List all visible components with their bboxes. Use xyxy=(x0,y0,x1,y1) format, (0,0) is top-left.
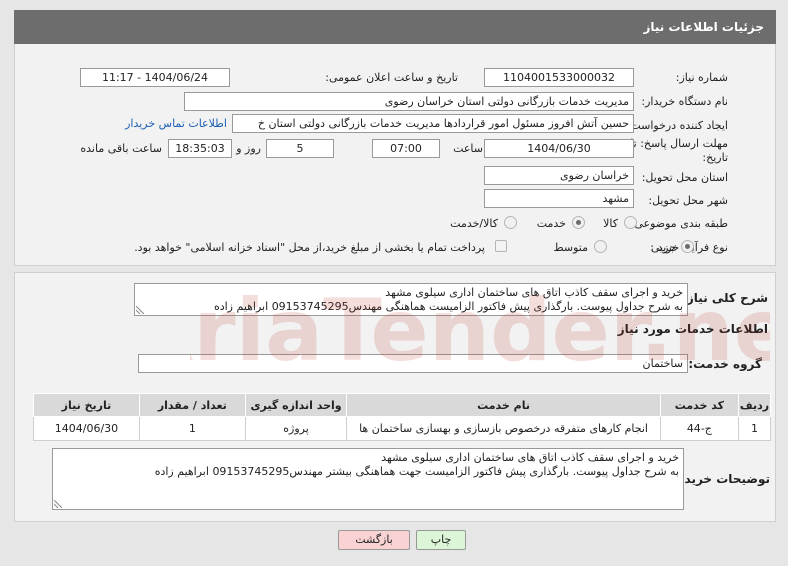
city-field[interactable]: مشهد xyxy=(484,189,634,208)
page-title: جزئیات اطلاعات نیاز xyxy=(14,10,776,44)
cell-row-number: 1 xyxy=(738,416,771,441)
time-remaining-label: ساعت باقی مانده xyxy=(80,142,162,155)
treasury-note: پرداخت تمام یا بخشی از مبلغ خرید،از محل … xyxy=(134,241,485,254)
print-button[interactable]: چاپ xyxy=(416,530,466,550)
category-radio-service[interactable] xyxy=(572,216,585,229)
purchase-type-radio-medium[interactable] xyxy=(594,240,607,253)
deadline-time-label: ساعت xyxy=(453,142,483,155)
category-label: طبقه بندی موضوعی: xyxy=(630,217,728,230)
service-group-label: گروه خدمت: xyxy=(688,357,762,371)
services-section-title: اطلاعات خدمات مورد نیاز xyxy=(617,322,768,336)
purchase-type-radio-minor[interactable] xyxy=(681,240,694,253)
treasury-checkbox[interactable] xyxy=(495,240,507,252)
summary-line1: خرید و اجرای سقف کاذب اتاق های ساختمان ا… xyxy=(385,286,683,299)
deadline-time-field[interactable]: 07:00 xyxy=(372,139,440,158)
col-need-date: تاریخ نیاز xyxy=(33,393,140,417)
purchase-type-option-minor: جزیی xyxy=(650,241,676,254)
category-option-goods: کالا xyxy=(603,217,618,230)
category-radio-goods-service[interactable] xyxy=(504,216,517,229)
resize-grip-icon[interactable] xyxy=(54,500,62,508)
buyer-org-label: نام دستگاه خریدار: xyxy=(641,95,728,108)
summary-textarea[interactable]: خرید و اجرای سقف کاذب اتاق های ساختمان ا… xyxy=(134,283,688,316)
buyer-notes-textarea[interactable]: خرید و اجرای سقف کاذب اتاق های ساختمان ا… xyxy=(52,448,684,510)
back-button[interactable]: بازگشت xyxy=(338,530,410,550)
deadline-date-field[interactable]: 1404/06/30 xyxy=(484,139,634,158)
buyer-notes-line2: به شرح جداول پیوست. بارگذاری پیش فاکتور … xyxy=(154,465,679,478)
cell-service-name: انجام کارهای متفرقه درخصوص بازسازی و بهس… xyxy=(346,416,661,441)
services-table-header: ردیف کد خدمت نام خدمت واحد اندازه گیری ت… xyxy=(33,393,771,417)
buyer-org-field[interactable]: مدیریت خدمات بازرگانی دولتی استان خراسان… xyxy=(184,92,634,111)
col-quantity: تعداد / مقدار xyxy=(138,393,246,417)
announce-datetime-field[interactable]: 1404/06/24 - 11:17 xyxy=(80,68,230,87)
services-table: ردیف کد خدمت نام خدمت واحد اندازه گیری ت… xyxy=(33,393,771,441)
col-service-code: کد خدمت xyxy=(659,393,740,417)
table-row[interactable]: 1 ج-44 انجام کارهای متفرقه درخصوص بازساز… xyxy=(33,416,771,441)
province-label: استان محل تحویل: xyxy=(641,171,728,184)
category-radio-goods[interactable] xyxy=(624,216,637,229)
city-label: شهر محل تحویل: xyxy=(648,194,728,207)
summary-label: شرح کلی نیاز: xyxy=(682,291,768,305)
cell-need-date: 1404/06/30 xyxy=(33,416,140,441)
need-number-field[interactable]: 1104001533000032 xyxy=(484,68,634,87)
time-remaining-field[interactable]: 18:35:03 xyxy=(168,139,232,158)
buyer-notes-line1: خرید و اجرای سقف کاذب اتاق های ساختمان ا… xyxy=(381,451,679,464)
category-option-goods-service: کالا/خدمت xyxy=(450,217,498,230)
col-row-number: ردیف xyxy=(738,393,771,417)
province-field[interactable]: خراسان رضوی xyxy=(484,166,634,185)
requester-label: ایجاد کننده درخواست: xyxy=(626,119,728,132)
summary-line2: به شرح جداول پیوست. بارگذاری پیش فاکتور … xyxy=(213,300,683,313)
announce-datetime-label: تاریخ و ساعت اعلان عمومی: xyxy=(325,71,458,84)
resize-grip-icon[interactable] xyxy=(136,306,144,314)
deadline-label-line1: مهلت ارسال پاسخ: تا xyxy=(630,137,728,150)
deadline-label-line2: تاریخ: xyxy=(702,151,728,164)
cell-service-code: ج-44 xyxy=(659,416,740,441)
col-service-name: نام خدمت xyxy=(346,393,661,417)
purchase-type-option-medium: متوسط xyxy=(553,241,588,254)
need-number-label: شماره نیاز: xyxy=(675,71,728,84)
category-option-service: خدمت xyxy=(536,217,566,230)
cell-quantity: 1 xyxy=(138,416,246,441)
requester-field[interactable]: حسین آتش افروز مسئول امور قراردادها مدیر… xyxy=(232,114,634,133)
days-label: روز و xyxy=(236,142,261,155)
buyer-contact-link[interactable]: اطلاعات تماس خریدار xyxy=(125,117,227,130)
days-remaining-field[interactable]: 5 xyxy=(266,139,334,158)
col-unit: واحد اندازه گیری xyxy=(244,393,348,417)
service-group-field[interactable]: ساختمان xyxy=(138,354,688,373)
cell-unit: پروژه xyxy=(244,416,348,441)
